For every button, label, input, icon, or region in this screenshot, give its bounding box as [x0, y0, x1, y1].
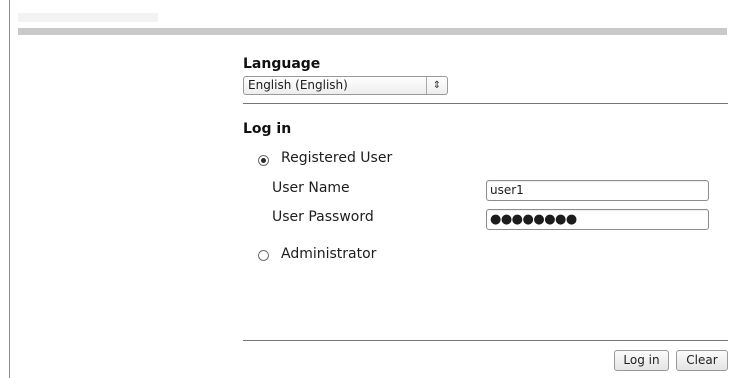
password-mask: ●●●●●●●● [490, 212, 577, 227]
login-heading: Log in [243, 121, 292, 137]
user-name-value: user1 [490, 183, 524, 197]
radio-selected-dot [261, 158, 266, 163]
language-heading: Language [243, 56, 321, 72]
user-name-input[interactable]: user1 [486, 180, 709, 201]
divider-bottom [243, 340, 728, 341]
clear-button[interactable]: Clear [676, 350, 728, 371]
login-button[interactable]: Log in [614, 350, 669, 371]
administrator-radio[interactable] [258, 250, 269, 261]
language-select[interactable]: English (English) ⇕ [243, 76, 448, 95]
header-bar [18, 28, 727, 35]
header-strip [18, 13, 158, 22]
divider-top [243, 103, 728, 104]
user-password-input[interactable]: ●●●●●●●● [486, 209, 709, 230]
left-border [9, 0, 10, 378]
updown-arrows-icon: ⇕ [426, 77, 447, 94]
user-name-label: User Name [272, 180, 350, 196]
language-select-value: English (English) [248, 78, 348, 92]
registered-user-label: Registered User [281, 150, 393, 166]
administrator-label: Administrator [281, 246, 377, 262]
user-password-label: User Password [272, 209, 374, 225]
registered-user-radio[interactable] [258, 155, 269, 166]
